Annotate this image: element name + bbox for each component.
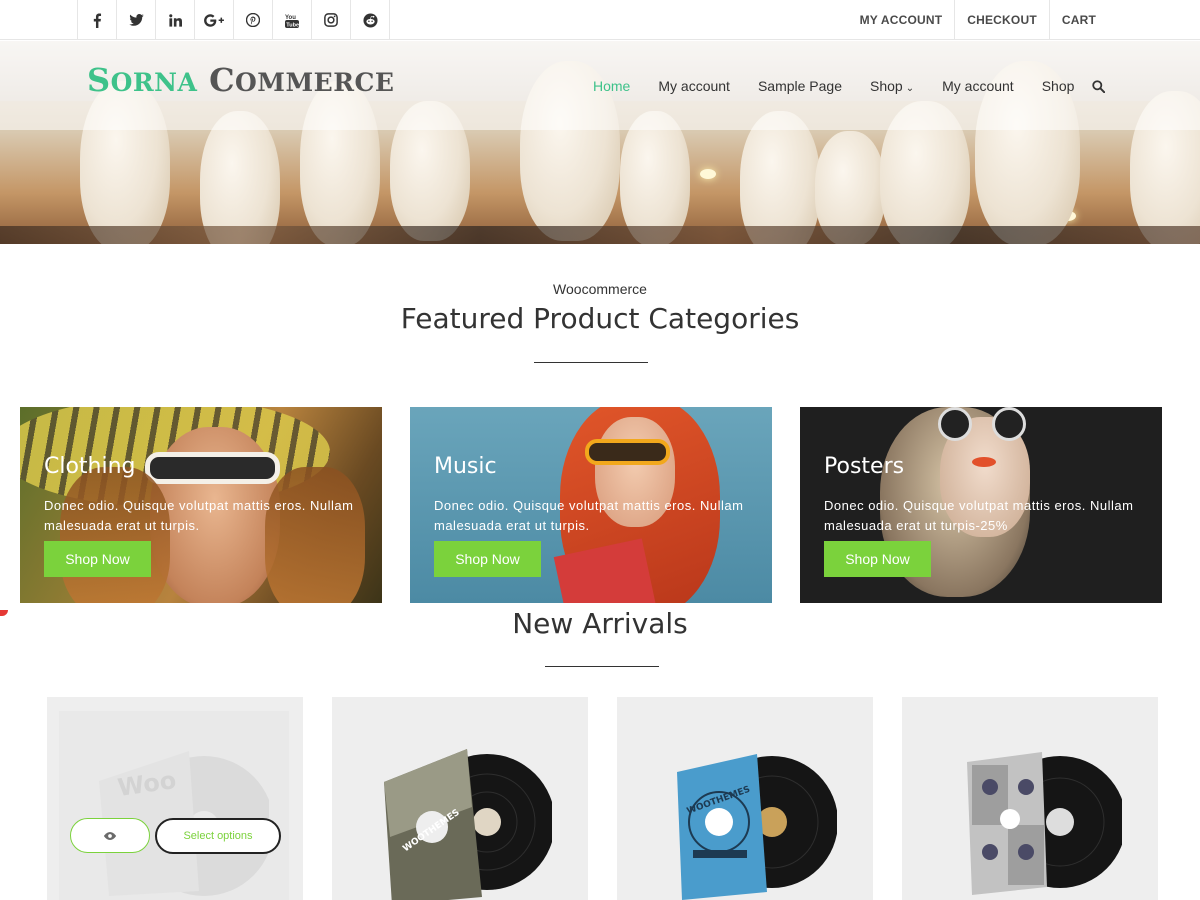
nav-shop[interactable]: Shop <box>1042 78 1075 94</box>
shop-now-button[interactable]: Shop Now <box>44 541 151 577</box>
logo-cap: S <box>87 61 111 99</box>
lips-shape <box>972 457 996 467</box>
nav-sample-page[interactable]: Sample Page <box>758 78 842 94</box>
new-arrivals-title: New Arrivals <box>512 607 688 640</box>
category-title: Clothing <box>44 454 136 479</box>
youtube-icon[interactable]: You Tube <box>273 0 312 40</box>
eye-icon <box>103 831 117 840</box>
pinterest-icon[interactable] <box>234 0 273 40</box>
cover-label <box>693 850 747 858</box>
instagram-icon[interactable] <box>312 0 351 40</box>
facebook-icon[interactable] <box>78 0 117 40</box>
logo-cap: C <box>209 61 236 99</box>
main-nav: Home My account Sample Page Shop ⌄ My acc… <box>593 78 1106 94</box>
sunglasses-shape <box>145 452 280 484</box>
category-card-clothing: Clothing Donec odio. Quisque volutpat ma… <box>20 407 382 603</box>
cart-link[interactable]: CART <box>1048 0 1108 40</box>
select-options-button[interactable]: Select options <box>155 818 281 854</box>
nav-shop-dropdown[interactable]: Shop ⌄ <box>870 78 914 94</box>
nav-home[interactable]: Home <box>593 78 630 94</box>
title-divider <box>534 362 648 363</box>
category-description: Donec odio. Quisque volutpat mattis eros… <box>44 498 354 533</box>
mannequin-head <box>620 111 690 244</box>
logo-word-2: COMMERCE <box>209 61 394 99</box>
section-title: Featured Product Categories <box>400 302 800 335</box>
search-icon[interactable] <box>1092 79 1106 93</box>
category-card-music: Music Donec odio. Quisque volutpat matti… <box>410 407 772 603</box>
shop-now-button[interactable]: Shop Now <box>434 541 541 577</box>
twitter-icon[interactable] <box>117 0 156 40</box>
nav-shop-label: Shop <box>870 78 903 94</box>
mannequin-head <box>200 111 280 244</box>
vinyl-record <box>967 752 1122 895</box>
title-divider <box>545 666 659 667</box>
logo-rest: OMMERCE <box>235 68 395 97</box>
product-card[interactable]: WOOTHEMES <box>617 697 873 900</box>
product-card[interactable] <box>902 697 1158 900</box>
quick-view-button[interactable] <box>70 818 150 853</box>
chevron-down-icon: ⌄ <box>905 83 915 94</box>
nav-my-account-2[interactable]: My account <box>942 78 1014 94</box>
product-card[interactable]: WOOTHEMES <box>332 697 588 900</box>
my-account-link[interactable]: MY ACCOUNT <box>848 0 955 40</box>
mannequin-head <box>740 111 820 244</box>
vinyl-record: WOOTHEMES <box>677 754 837 900</box>
shop-now-button[interactable]: Shop Now <box>824 541 931 577</box>
social-links: You Tube <box>77 0 390 40</box>
logo-rest: ORNA <box>110 68 198 97</box>
product-image: Woo <box>59 711 289 900</box>
top-bar: You Tube MY ACCOUNT CHECKOUT CART <box>0 0 1200 40</box>
linkedin-icon[interactable] <box>156 0 195 40</box>
sunglasses-shape <box>585 439 670 465</box>
reddit-icon[interactable] <box>351 0 390 40</box>
vinyl-record: WOOTHEMES <box>384 749 552 900</box>
category-title: Music <box>434 454 497 479</box>
checkout-link[interactable]: CHECKOUT <box>954 0 1049 40</box>
svg-text:Tube: Tube <box>286 22 299 28</box>
sunglasses-shape <box>938 407 972 441</box>
category-description: Donec odio. Quisque volutpat mattis eros… <box>434 498 744 533</box>
nav-my-account[interactable]: My account <box>658 78 730 94</box>
section-subtitle: Woocommerce <box>553 281 647 297</box>
ceiling-light <box>700 169 716 179</box>
category-card-posters: Posters Donec odio. Quisque volutpat mat… <box>800 407 1162 603</box>
site-logo[interactable]: SORNA COMMERCE <box>87 61 394 99</box>
product-card[interactable]: Woo <box>47 697 303 900</box>
logo-word-1: SORNA <box>87 61 197 99</box>
category-title: Posters <box>824 454 905 479</box>
account-links: MY ACCOUNT CHECKOUT CART <box>848 0 1108 40</box>
category-description: Donec odio. Quisque volutpat mattis eros… <box>824 498 1134 533</box>
google-plus-icon[interactable] <box>195 0 234 40</box>
hero-shirts <box>0 226 1200 244</box>
sunglasses-shape <box>992 407 1026 441</box>
